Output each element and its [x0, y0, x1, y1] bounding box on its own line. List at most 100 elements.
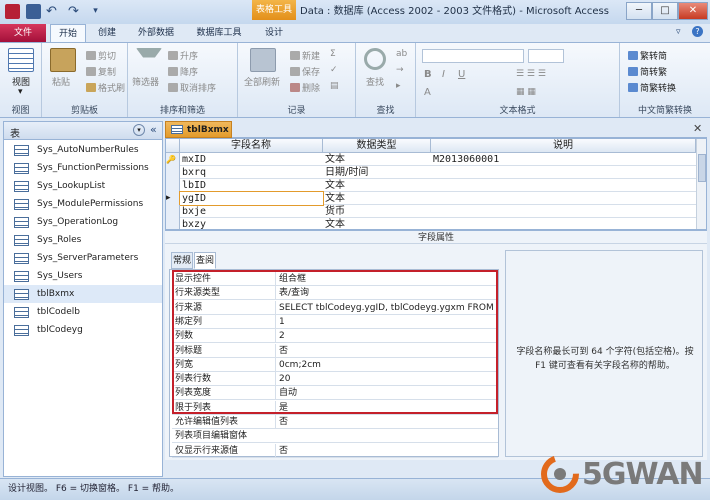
tab-home[interactable]: 开始 [50, 24, 86, 42]
tab-database-tools[interactable]: 数据库工具 [190, 24, 248, 42]
field-row[interactable]: 🔑 mxID 文本 M2013060001 [166, 153, 696, 166]
description-cell[interactable] [431, 179, 696, 192]
paste-button[interactable]: 粘贴 [52, 75, 70, 88]
field-name-cell[interactable]: mxID [180, 153, 323, 166]
property-value[interactable]: 是 [275, 400, 497, 415]
save-record-button[interactable]: 保存 [290, 65, 320, 78]
remove-sort-button[interactable]: 取消排序 [168, 81, 216, 94]
description-cell[interactable] [431, 166, 696, 179]
property-row[interactable]: 列标题 否 [172, 343, 498, 358]
property-value[interactable]: 自动 [275, 386, 497, 401]
property-value[interactable]: 否 [275, 415, 497, 429]
customize-toolbar-icon[interactable]: ▾ [88, 4, 103, 19]
row-selector[interactable] [166, 166, 180, 179]
nav-item-sys-modulepermissions[interactable]: Sys_ModulePermissions [4, 195, 162, 213]
nav-item-sys-autonumberrules[interactable]: Sys_AutoNumberRules [4, 141, 162, 159]
nav-menu-chevron-icon[interactable]: ▾ [133, 124, 145, 136]
save-icon[interactable] [26, 4, 41, 19]
minimize-button[interactable]: ─ [626, 2, 652, 20]
nav-item-tblcodelb[interactable]: tblCodelb [4, 303, 162, 321]
property-value[interactable]: 表/查询 [275, 286, 497, 301]
select-icon[interactable]: ▸ [396, 81, 401, 91]
trad-to-simp-button[interactable]: 繁转简 [628, 49, 667, 62]
field-row[interactable]: bxrq 日期/时间 [166, 166, 696, 179]
convert-button[interactable]: 简繁转换 [628, 81, 676, 94]
italic-button[interactable]: I [442, 69, 445, 80]
gridlines-icon[interactable]: ▦ ▦ [516, 87, 536, 97]
cut-button[interactable]: 剪切 [86, 49, 116, 62]
sort-descending-button[interactable]: 降序 [168, 65, 198, 78]
field-name-cell[interactable]: bxrq [180, 166, 323, 179]
field-name-cell[interactable]: ygID [179, 191, 324, 206]
tab-general[interactable]: 常规 [171, 252, 193, 269]
description-cell[interactable] [431, 205, 696, 218]
redo-icon[interactable]: ↷ [66, 4, 81, 19]
property-value[interactable]: 20 [275, 372, 497, 387]
primary-key-icon[interactable]: 🔑 [166, 153, 180, 166]
field-row[interactable]: lbID 文本 [166, 179, 696, 192]
copy-button[interactable]: 复制 [86, 65, 116, 78]
maximize-button[interactable]: □ [652, 2, 678, 20]
goto-icon[interactable]: → [396, 65, 404, 75]
description-cell[interactable] [431, 192, 696, 205]
row-selector[interactable] [166, 218, 180, 229]
field-row[interactable]: ▸ ygID 文本 [166, 191, 696, 206]
nav-item-tblcodeyg[interactable]: tblCodeyg [4, 321, 162, 339]
property-row[interactable]: 列宽 0cm;2cm [172, 357, 498, 372]
field-row[interactable]: bxje 货币 [166, 205, 696, 218]
property-row[interactable]: 允许编辑值列表 否 [172, 415, 498, 429]
collapse-ribbon-icon[interactable]: ▿ [676, 27, 681, 37]
data-type-cell[interactable]: 日期/时间 [323, 166, 431, 179]
find-button[interactable]: 查找 [366, 75, 384, 88]
nav-item-sys-operationlog[interactable]: Sys_OperationLog [4, 213, 162, 231]
property-row[interactable]: 列表行数 20 [172, 372, 498, 387]
totals-icon[interactable]: Σ [330, 49, 336, 59]
doc-tab-tblbxmx[interactable]: tblBxmx [165, 121, 232, 138]
property-value[interactable]: 否 [275, 443, 497, 458]
property-value[interactable]: 组合框 [275, 272, 497, 286]
undo-icon[interactable]: ↶ [44, 4, 59, 19]
property-row[interactable]: 列数 2 [172, 329, 498, 344]
nav-item-sys-roles[interactable]: Sys_Roles [4, 231, 162, 249]
tab-file[interactable]: 文件 [0, 24, 46, 42]
close-button[interactable]: ✕ [678, 2, 708, 20]
view-dropdown-icon[interactable]: ▾ [18, 87, 23, 97]
tab-create[interactable]: 创建 [90, 24, 124, 42]
simp-to-trad-button[interactable]: 简转繁 [628, 65, 667, 78]
property-row[interactable]: 显示控件 组合框 [172, 272, 498, 286]
close-document-icon[interactable]: ✕ [693, 122, 702, 135]
format-painter-button[interactable]: 格式刷 [86, 81, 125, 94]
property-row[interactable]: 行来源类型 表/查询 [172, 286, 498, 301]
nav-item-sys-lookuplist[interactable]: Sys_LookupList [4, 177, 162, 195]
grid-scrollbar[interactable] [696, 139, 706, 229]
property-value[interactable]: 2 [275, 329, 497, 344]
property-value[interactable]: 0cm;2cm [275, 357, 497, 372]
filter-button[interactable]: 筛选器 [132, 75, 159, 88]
property-value[interactable]: 1 [275, 314, 497, 329]
row-selector[interactable]: ▸ [166, 192, 180, 205]
data-type-cell[interactable]: 文本 [323, 179, 431, 192]
help-icon[interactable]: ? [692, 26, 703, 37]
nav-item-sys-serverparameters[interactable]: Sys_ServerParameters [4, 249, 162, 267]
align-icon[interactable]: ☰ ☰ ☰ [516, 69, 546, 79]
binoculars-icon[interactable] [364, 48, 386, 70]
more-icon[interactable]: ▤ [330, 81, 339, 91]
tab-design[interactable]: 设计 [256, 24, 292, 42]
tab-external-data[interactable]: 外部数据 [130, 24, 182, 42]
field-row[interactable]: bxzy 文本 [166, 218, 696, 229]
row-selector[interactable] [166, 179, 180, 192]
property-value[interactable]: SELECT tblCodeyg.ygID, tblCodeyg.ygxm FR… [275, 300, 497, 315]
filter-icon[interactable] [136, 48, 162, 72]
property-row[interactable]: 限于列表 是 [172, 400, 498, 415]
property-row[interactable]: 列表宽度 自动 [172, 386, 498, 401]
font-size-select[interactable] [528, 49, 564, 63]
delete-record-button[interactable]: 删除 [290, 81, 320, 94]
collapse-nav-icon[interactable]: « [150, 123, 157, 136]
field-name-cell[interactable]: bxje [180, 205, 323, 218]
font-name-select[interactable] [422, 49, 524, 63]
refresh-all-icon[interactable] [250, 48, 276, 72]
property-row[interactable]: 仅显示行来源值 否 [172, 443, 498, 458]
view-icon[interactable] [8, 48, 34, 72]
new-record-button[interactable]: 新建 [290, 49, 320, 62]
replace-icon[interactable]: ab [396, 49, 407, 59]
